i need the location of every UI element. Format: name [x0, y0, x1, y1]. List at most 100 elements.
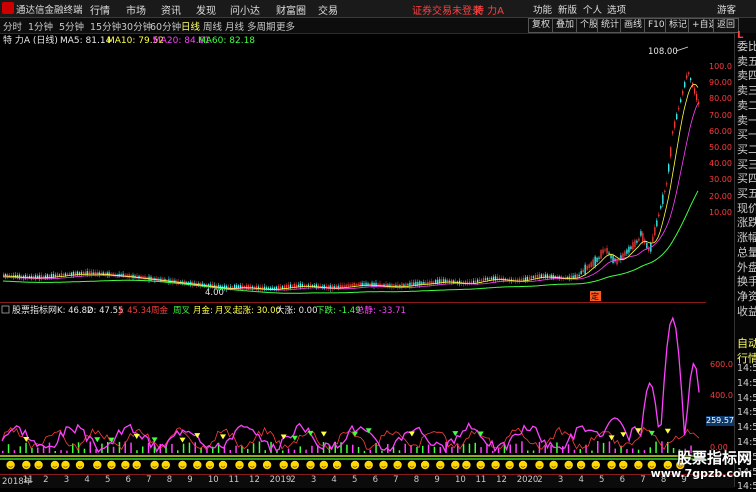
indicator-bar [468, 443, 471, 453]
menu-news[interactable]: 资讯 [161, 2, 181, 17]
tab-intraday[interactable]: 分时 [3, 19, 22, 33]
tab-daily[interactable]: 日线 [181, 19, 200, 33]
indicator-bar [532, 450, 535, 453]
tab-60min[interactable]: 60分钟 [150, 19, 181, 33]
smiley-icon [491, 460, 500, 470]
menu-new-version[interactable]: 新版 [558, 2, 577, 16]
panel-item[interactable]: 14:5 [737, 378, 756, 389]
tab-1min[interactable]: 1分钟 [28, 19, 53, 33]
indicator-chart[interactable]: 股票指标网 K: 46.82 D: 47.55 J: 45.34 周金 周叉 月金: 月叉:… [0, 302, 706, 475]
panel-item[interactable]: 委比 [737, 38, 756, 54]
date-tick: 6 [125, 475, 131, 485]
panel-item[interactable]: 买五 [737, 185, 756, 201]
indicator-bar [89, 441, 91, 453]
panel-item[interactable]: 自动 [737, 335, 756, 351]
signal-triangle-icon [608, 435, 615, 441]
panel-item[interactable]: 卖五 [737, 53, 756, 69]
menu-personal[interactable]: 个人 [583, 2, 602, 16]
indicator-value-box: 259.57 [706, 416, 734, 426]
indicator-bar [544, 445, 546, 453]
panel-item[interactable]: 总量 [737, 244, 756, 260]
menu-discover[interactable]: 发现 [196, 2, 216, 17]
indicator-bar [562, 446, 564, 453]
panel-item[interactable]: 14:5 [737, 393, 756, 404]
indicator-bar [608, 441, 611, 453]
login-warning[interactable]: 证券交易未登录 [412, 2, 482, 17]
smiley-icon [75, 460, 85, 470]
indicator-label: J: 45.34 [118, 306, 151, 316]
indicator-bar [235, 445, 237, 453]
adjust-button[interactable]: 复权 [528, 18, 555, 33]
menu-guest[interactable]: 游客 [717, 2, 736, 16]
watermark: 股票指标网 www.7gpzb.com [651, 447, 754, 485]
panel-item[interactable]: 涨幅 [737, 229, 756, 245]
indicator-bar [416, 446, 418, 453]
tab-15min[interactable]: 15分钟 [90, 19, 121, 33]
indicator-bar [264, 450, 266, 453]
indicator-bar [509, 444, 511, 453]
indicator-label: 周叉 [173, 306, 191, 316]
indicator-bar [293, 449, 296, 453]
tab-weekly[interactable]: 周线 [203, 19, 222, 33]
panel-item[interactable]: 买三 [737, 156, 756, 172]
tab-5min[interactable]: 5分钟 [59, 19, 84, 33]
signal-triangle-icon [179, 437, 186, 443]
menu-market[interactable]: 市场 [126, 2, 146, 17]
price-tick: 50.00 [709, 143, 732, 152]
menu-trade[interactable]: 交易 [318, 2, 338, 17]
panel-item[interactable]: 卖四 [737, 67, 756, 83]
panel-item[interactable]: 收益 [737, 303, 756, 319]
menu-options[interactable]: 选项 [607, 2, 626, 16]
panel-item[interactable]: 卖三 [737, 82, 756, 98]
panel-item[interactable]: 14:5 [737, 422, 756, 433]
overlay-button[interactable]: 叠加 [552, 18, 579, 33]
panel-item[interactable]: 买四 [737, 170, 756, 186]
indicator-bar [492, 450, 494, 453]
indicator-bar [142, 446, 144, 453]
back-button[interactable]: 返回 [713, 18, 740, 33]
panel-item[interactable]: 涨跌 [737, 214, 756, 230]
date-tick: 10 [207, 475, 219, 485]
indicator-toggle-icon[interactable] [1, 305, 10, 314]
menu-wealth[interactable]: 财富圈 [276, 2, 306, 17]
date-tick: 4 [578, 475, 584, 485]
panel-item[interactable]: 14:5 [737, 363, 756, 374]
panel-item[interactable]: 买二 [737, 141, 756, 157]
indicator-bar [258, 441, 261, 453]
menu-quotes[interactable]: 行情 [90, 2, 110, 17]
indicator-bar [591, 450, 593, 453]
indicator-bar [305, 449, 307, 453]
indicator-bar [112, 446, 115, 453]
indicator-bar [252, 443, 255, 453]
tab-monthly[interactable]: 月线 [225, 19, 244, 33]
price-tick: 40.00 [709, 159, 732, 169]
panel-item[interactable]: 14:5 [737, 407, 756, 418]
panel-item[interactable]: 卖一 [737, 112, 756, 128]
date-tick: 11 [475, 475, 487, 485]
indicator-bar [66, 450, 68, 453]
indicator-bar [632, 448, 634, 453]
panel-item[interactable]: 外盘 [737, 259, 756, 275]
panel-item[interactable]: 卖二 [737, 97, 756, 113]
panel-item[interactable]: 换手 [737, 273, 756, 289]
panel-item[interactable]: 买一 [737, 126, 756, 142]
smiley-icon [619, 460, 628, 470]
draw-button[interactable]: 画线 [620, 18, 647, 33]
date-tick: 6 [619, 475, 626, 485]
smiley-icon [235, 460, 244, 470]
tab-30min[interactable]: 30分钟 [121, 19, 152, 33]
menu-function[interactable]: 功能 [533, 2, 552, 16]
tab-more[interactable]: 更多 [276, 19, 295, 33]
smiley-icon [591, 460, 600, 470]
tab-multi-period[interactable]: 多周期 [247, 19, 276, 33]
smiley-icon [332, 460, 342, 470]
panel-item[interactable]: 现价 [737, 200, 756, 216]
panel-item[interactable]: 净资 [737, 288, 756, 304]
date-tick: 5 [104, 475, 111, 485]
quote-side-panel[interactable]: L 委比 卖五 卖四 卖三 卖二 卖一 买一 买二 买三 买四 买五 现价 涨跌 涨幅 总量 外盘 换手 净资 收益… [734, 30, 756, 492]
kline-chart[interactable]: 特 力A (日线) MA5: 81.14 MA10: 79.52 MA20: 8… [0, 33, 706, 301]
smiley-icon [364, 460, 373, 470]
smiley-icon [407, 460, 417, 470]
smiley-icon [462, 460, 471, 470]
menu-ask[interactable]: 问小达 [230, 2, 260, 17]
